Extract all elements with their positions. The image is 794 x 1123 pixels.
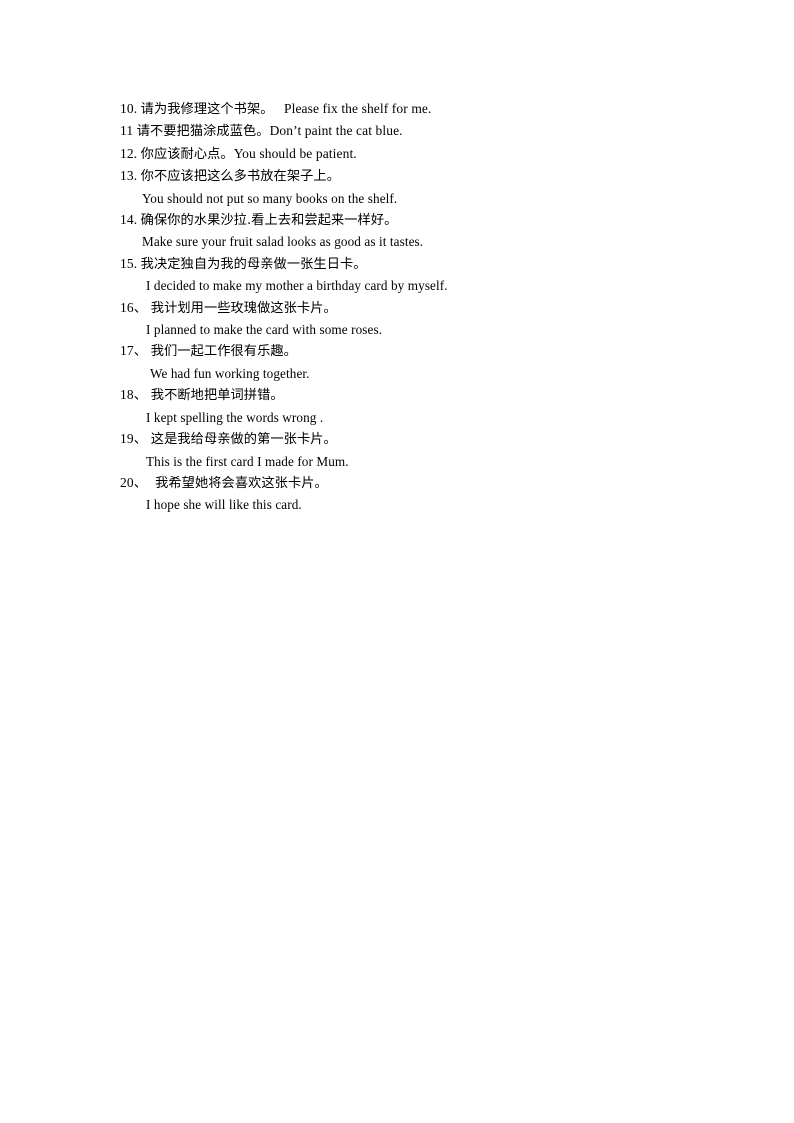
- inline-gap: [274, 101, 284, 116]
- item-chinese-sentence: 确保你的水果沙拉.看上去和尝起来一样好。: [140, 213, 398, 229]
- exercise-item: 12. 你应该耐心点。You should be patient.: [120, 143, 680, 165]
- exercise-item: 10. 请为我修理这个书架。 Please fix the shelf for …: [120, 98, 680, 120]
- item-english-translation: I planned to make the card with some ros…: [146, 322, 383, 338]
- item-number: 20、: [120, 474, 148, 490]
- item-english-translation: Don’t paint the cat blue.: [269, 123, 403, 139]
- item-number: 14.: [120, 212, 138, 228]
- item-chinese-sentence: 请不要把猫涂成蓝色。: [136, 124, 270, 140]
- exercise-item: 13. 你不应该把这么多书放在架子上。: [120, 165, 680, 187]
- exercise-item: 16、 我计划用一些玫瑰做这张卡片。: [120, 297, 680, 319]
- item-chinese-sentence: 你应该耐心点。: [140, 146, 234, 162]
- exercise-item: 17、 我们一起工作很有乐趣。: [120, 340, 680, 362]
- item-chinese-sentence: 这是我给母亲做的第一张卡片。: [150, 432, 337, 448]
- item-english-translation: You should be patient.: [233, 145, 357, 161]
- item-chinese-sentence: 我计划用一些玫瑰做这张卡片。: [150, 300, 337, 316]
- exercise-item: 19、 这是我给母亲做的第一张卡片。: [120, 428, 680, 450]
- item-english-translation: I decided to make my mother a birthday c…: [146, 278, 448, 294]
- item-english-translation: This is the first card I made for Mum.: [146, 453, 349, 469]
- item-chinese-sentence: 我决定独自为我的母亲做一张生日卡。: [140, 256, 367, 272]
- item-chinese-sentence: 请为我修理这个书架。: [140, 102, 274, 117]
- item-english-translation: You should not put so many books on the …: [142, 190, 398, 206]
- item-english-translation: I hope she will like this card.: [146, 497, 302, 513]
- item-number: 12.: [120, 145, 138, 161]
- exercise-item: 18、 我不断地把单词拼错。: [120, 384, 680, 406]
- item-number: 13.: [120, 168, 138, 184]
- item-number: 10.: [120, 101, 138, 116]
- item-english-translation: Make sure your fruit salad looks as good…: [142, 234, 424, 250]
- exercise-item: 14. 确保你的水果沙拉.看上去和尝起来一样好。: [120, 209, 680, 231]
- item-number: 11: [120, 123, 134, 139]
- exercise-item: 15. 我决定独自为我的母亲做一张生日卡。: [120, 253, 680, 275]
- item-english-translation: I kept spelling the words wrong .: [146, 409, 324, 425]
- item-number: 18、: [120, 387, 148, 403]
- exercise-item: 11 请不要把猫涂成蓝色。Don’t paint the cat blue.: [120, 120, 680, 142]
- item-number: 16、: [120, 299, 148, 315]
- document-page: 10. 请为我修理这个书架。 Please fix the shelf for …: [0, 0, 794, 1123]
- item-chinese-sentence: 你不应该把这么多书放在架子上。: [140, 169, 340, 185]
- item-number: 19、: [120, 431, 148, 447]
- item-english-translation: We had fun working together.: [150, 365, 310, 381]
- item-number: 15.: [120, 255, 138, 271]
- item-chinese-sentence: 我希望她将会喜欢这张卡片。: [150, 475, 328, 491]
- exercise-list: 10. 请为我修理这个书架。 Please fix the shelf for …: [120, 98, 680, 516]
- item-chinese-sentence: 我不断地把单词拼错。: [150, 388, 284, 404]
- item-chinese-sentence: 我们一起工作很有乐趣。: [150, 344, 297, 360]
- item-english-translation: Please fix the shelf for me.: [283, 101, 432, 116]
- exercise-item: 20、 我希望她将会喜欢这张卡片。: [120, 472, 680, 494]
- item-number: 17、: [120, 343, 148, 359]
